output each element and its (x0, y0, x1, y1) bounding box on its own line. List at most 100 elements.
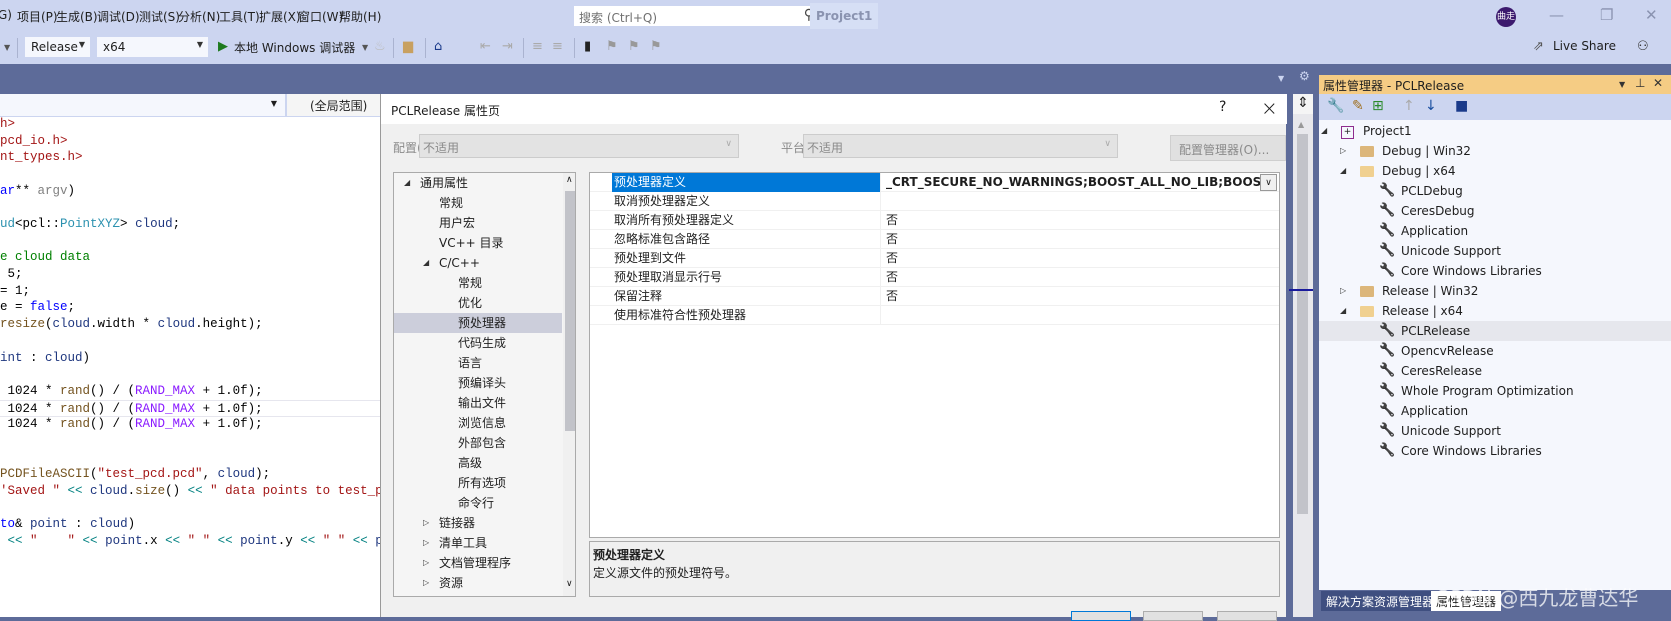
nav-item[interactable]: 常规 (394, 273, 562, 293)
property-row[interactable]: 取消所有预处理器定义 否 (590, 211, 1279, 230)
search-box[interactable]: 搜索 (Ctrl+Q) ⚲ (573, 5, 821, 27)
nav-item[interactable]: VC++ 目录 (394, 233, 562, 253)
nav-item[interactable]: 高级 (394, 453, 562, 473)
code-editor[interactable]: h> pcd_io.h> nt_types.h> ar** argv) ud<pcl::… (0, 94, 413, 617)
nav-item[interactable]: ◢ C/C++ (394, 253, 562, 273)
nav-item[interactable]: 命令行 (394, 493, 562, 513)
run-debugger-button[interactable]: 本地 Windows 调试器 (234, 39, 355, 56)
nav-item[interactable]: ▷ 资源 (394, 573, 562, 593)
tree-item[interactable]: 🔧 Unicode Support (1319, 421, 1671, 441)
chevron-down-icon[interactable]: ▼ (362, 43, 368, 52)
chevron-down-icon[interactable]: ▼ (1278, 74, 1284, 83)
nav-item[interactable]: ▷ 清单工具 (394, 533, 562, 553)
property-value[interactable]: 否 (880, 230, 1260, 249)
menu-item[interactable]: 分析(N) (178, 8, 220, 25)
scroll-down-icon[interactable]: ∨ (566, 579, 573, 589)
menu-item[interactable]: 扩展(X) (259, 8, 301, 25)
configuration-select[interactable]: Release ▼ (24, 36, 91, 58)
tab-solution-explorer[interactable]: 解决方案资源管理器 (1321, 591, 1440, 611)
menu-item[interactable]: 工具(T) (219, 8, 260, 25)
property-row[interactable]: 预处理到文件 否 (590, 249, 1279, 268)
minimize-icon[interactable]: — (1549, 6, 1564, 24)
menu-item[interactable]: 帮助(H) (339, 8, 381, 25)
live-share-button[interactable]: Live Share (1553, 39, 1616, 53)
apply-button[interactable] (1217, 611, 1277, 621)
expanded-arrow-icon[interactable]: ◢ (404, 173, 410, 193)
close-icon[interactable]: ✕ (1653, 76, 1663, 90)
tree-item[interactable]: 🔧 Core Windows Libraries (1319, 261, 1671, 281)
nav-item[interactable]: ◢ 通用属性 (394, 173, 562, 193)
tree-item[interactable]: ◢ Release | x64 (1319, 301, 1671, 321)
nav-item[interactable]: ▷ 文档管理程序 (394, 553, 562, 573)
pin-icon[interactable]: ⊥ (1635, 76, 1645, 90)
collapsed-arrow-icon[interactable]: ▷ (423, 553, 429, 573)
nav-item[interactable]: 优化 (394, 293, 562, 313)
chevron-down-icon[interactable]: ∨ (1260, 174, 1277, 191)
expanded-arrow-icon[interactable]: ◢ (1340, 161, 1346, 181)
tree-item[interactable]: ▷ Debug | Win32 (1319, 141, 1671, 161)
home-icon[interactable]: ⌂ (434, 39, 442, 54)
platform-select[interactable]: x64 ▼ (96, 36, 209, 58)
expanded-arrow-icon[interactable]: ◢ (1321, 121, 1327, 141)
property-value[interactable] (880, 306, 1260, 325)
menu-item[interactable]: 窗口(W) (298, 8, 343, 25)
help-button[interactable]: ? (1219, 99, 1226, 115)
collapsed-arrow-icon[interactable]: ▷ (423, 513, 429, 533)
collapsed-arrow-icon[interactable]: ▷ (1340, 281, 1346, 301)
menu-item[interactable]: 调试(D) (97, 8, 140, 25)
live-share-icon[interactable]: ⇗ (1533, 39, 1544, 54)
menu-item[interactable]: 项目(P) (17, 8, 58, 25)
scroll-thumb[interactable] (1297, 134, 1308, 514)
chevron-down-icon[interactable]: ▼ (4, 43, 10, 52)
collapsed-arrow-icon[interactable]: ▷ (1340, 141, 1346, 161)
property-value[interactable]: 否 (880, 268, 1260, 287)
expanded-arrow-icon[interactable]: ◢ (423, 253, 429, 273)
nav-item[interactable]: 所有选项 (394, 473, 562, 493)
nav-item[interactable]: 外部包含 (394, 433, 562, 453)
nav-item[interactable]: 输出文件 (394, 393, 562, 413)
nav-scrollbar[interactable]: ∧ ∨ (563, 173, 575, 596)
tree-item[interactable]: 🔧 OpencvRelease (1319, 341, 1671, 361)
tree-item[interactable]: 🔧 Application (1319, 221, 1671, 241)
nav-item[interactable]: 预处理器 (394, 313, 562, 333)
tree-item[interactable]: 🔧 PCLRelease (1319, 321, 1671, 341)
nav-item[interactable]: 语言 (394, 353, 562, 373)
nav-item[interactable]: 预编译头 (394, 373, 562, 393)
bookmark-icon[interactable]: ▮ (584, 39, 591, 54)
close-icon[interactable]: ✕ (1645, 6, 1658, 24)
arrow-down-icon[interactable]: ↓ (1425, 98, 1437, 114)
property-row[interactable]: 取消预处理器定义 (590, 192, 1279, 211)
tree-item[interactable]: ◢ Debug | x64 (1319, 161, 1671, 181)
scroll-thumb[interactable] (565, 191, 575, 431)
editor-scrollbar[interactable]: ⇕ ▲ (1289, 94, 1313, 617)
nav-item[interactable]: ▷ 链接器 (394, 513, 562, 533)
property-row[interactable]: 预处理取消显示行号 否 (590, 268, 1279, 287)
nav-item[interactable]: 代码生成 (394, 333, 562, 353)
wrench-icon[interactable]: 🔧 (1327, 98, 1344, 114)
collapsed-arrow-icon[interactable]: ▷ (423, 533, 429, 553)
nav-item[interactable]: 浏览信息 (394, 413, 562, 433)
play-icon[interactable]: ▶ (218, 39, 228, 54)
property-row[interactable]: 预处理器定义 _CRT_SECURE_NO_WARNINGS;BOOST_ALL_… (590, 173, 1279, 192)
tree-item[interactable]: 🔧 CeresDebug (1319, 201, 1671, 221)
tree-item[interactable]: 🔧 CeresRelease (1319, 361, 1671, 381)
property-row[interactable]: 使用标准符合性预处理器 (590, 306, 1279, 325)
member-select[interactable]: ▼ (0, 94, 287, 116)
property-value[interactable]: 否 (880, 287, 1260, 306)
feedback-icon[interactable]: ⚇ (1637, 39, 1649, 54)
gear-icon[interactable]: ⚙ (1299, 69, 1310, 83)
property-value[interactable]: _CRT_SECURE_NO_WARNINGS;BOOST_ALL_NO_LIB… (880, 173, 1260, 192)
tree-item[interactable]: ◢ + Project1 (1319, 121, 1671, 141)
tree-item[interactable]: 🔧 Application (1319, 401, 1671, 421)
property-value[interactable]: 否 (880, 249, 1260, 268)
tree-item[interactable]: ▷ Release | Win32 (1319, 281, 1671, 301)
ok-button[interactable] (1071, 611, 1131, 621)
menu-item[interactable]: 测试(S) (139, 8, 180, 25)
scope-label[interactable]: (全局范围) (292, 97, 367, 114)
chevron-down-icon[interactable]: ▼ (1619, 80, 1625, 89)
nav-item[interactable]: 常规 (394, 193, 562, 213)
avatar[interactable]: 曲走 (1496, 7, 1516, 27)
wizard-icon[interactable]: ✎ (1352, 98, 1364, 114)
property-row[interactable]: 保留注释 否 (590, 287, 1279, 306)
property-value[interactable] (880, 192, 1260, 211)
